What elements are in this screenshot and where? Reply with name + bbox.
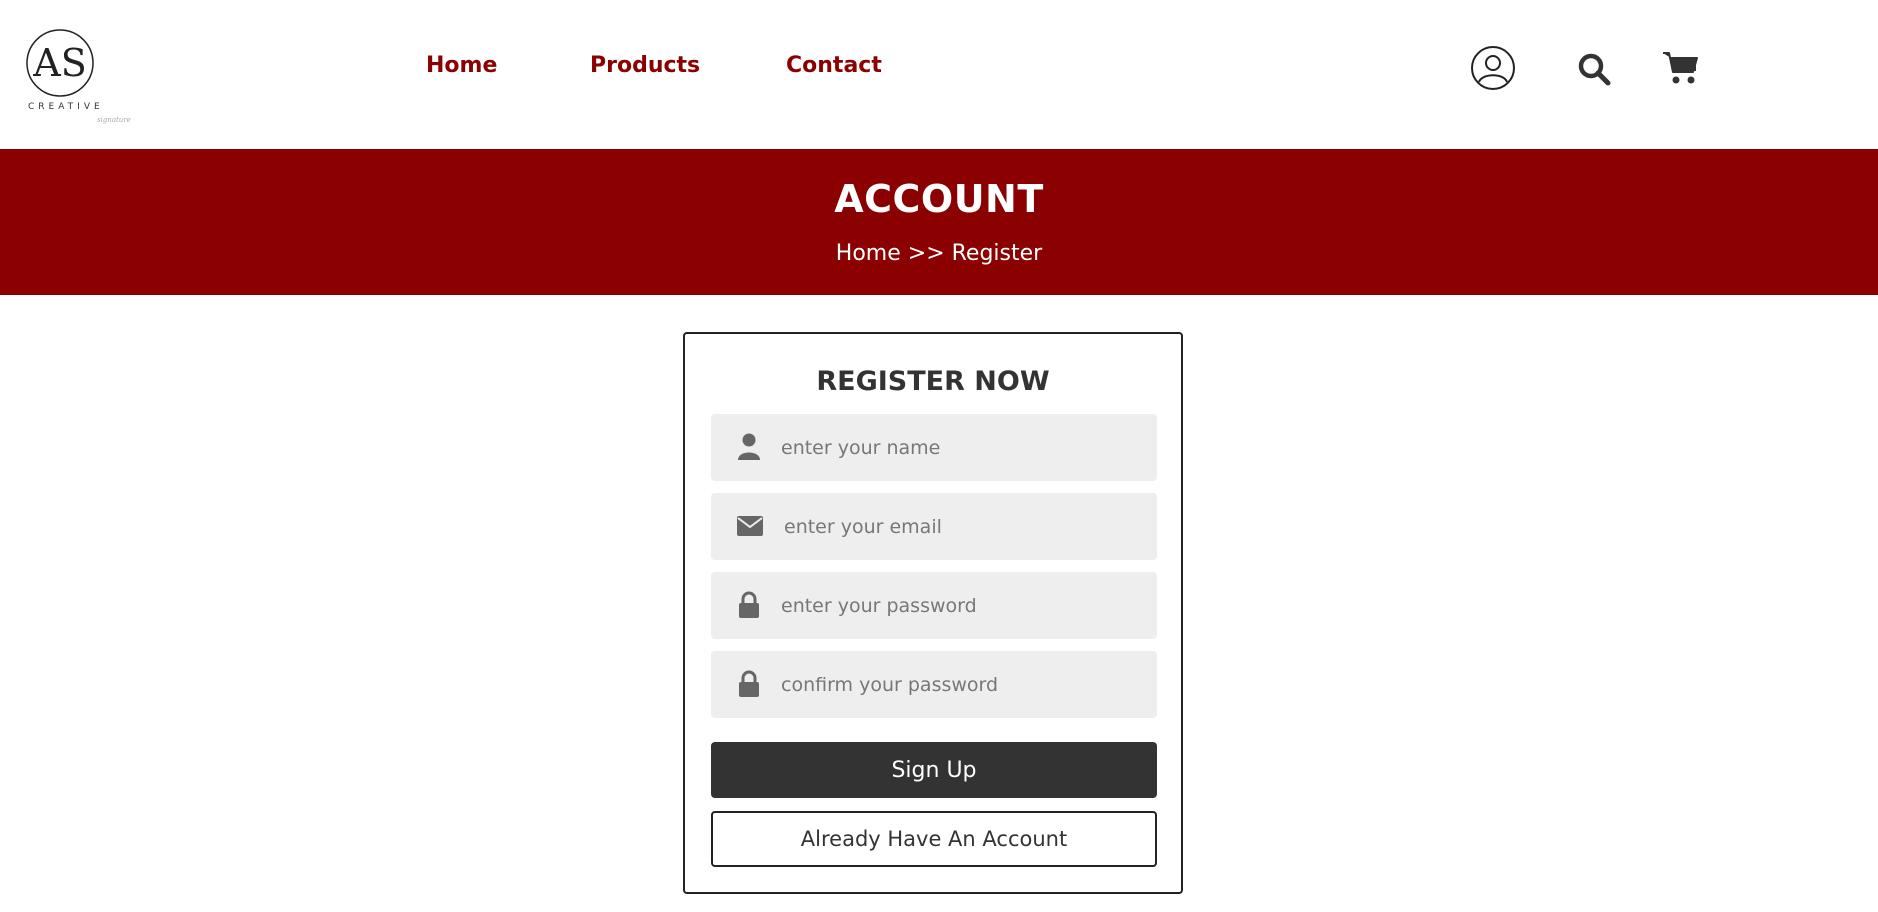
confirm-password-field[interactable]: [711, 651, 1157, 718]
svg-text:AS: AS: [32, 41, 86, 85]
sign-up-button[interactable]: Sign Up: [711, 742, 1157, 798]
logo-signature: signature: [97, 116, 131, 124]
logo-wordmark: CREATIVE: [28, 102, 104, 112]
password-field[interactable]: [711, 572, 1157, 639]
envelope-icon: [735, 512, 765, 540]
register-form: REGISTER NOW enter your name enter your …: [683, 332, 1183, 894]
logo[interactable]: AS CREATIVE signature: [25, 28, 131, 128]
nav-products[interactable]: Products: [590, 53, 700, 78]
breadcrumb: Home >> Register: [0, 241, 1878, 266]
user-circle-icon[interactable]: [1470, 45, 1516, 91]
site-header: AS CREATIVE signature Home Products Cont…: [0, 0, 1878, 148]
logo-monogram: AS: [26, 29, 94, 97]
nav-home[interactable]: Home: [426, 53, 497, 78]
search-icon[interactable]: [1577, 52, 1611, 86]
email-field[interactable]: [711, 493, 1157, 560]
page-title: ACCOUNT: [834, 177, 1044, 221]
name-field[interactable]: [711, 414, 1157, 481]
lock-icon: [735, 670, 763, 698]
user-icon: [735, 433, 763, 461]
confirm-password-input[interactable]: [781, 651, 1141, 718]
form-title: REGISTER NOW: [816, 366, 1050, 397]
nav-contact[interactable]: Contact: [786, 53, 882, 78]
cart-icon[interactable]: [1662, 50, 1700, 86]
password-input[interactable]: [781, 572, 1141, 639]
lock-icon: [735, 591, 763, 619]
breadcrumb-text[interactable]: Home >> Register: [836, 241, 1042, 266]
page-banner: ACCOUNT Home >> Register: [0, 149, 1878, 295]
email-input[interactable]: [784, 493, 1144, 560]
name-input[interactable]: [781, 414, 1141, 481]
already-have-account-button[interactable]: Already Have An Account: [711, 811, 1157, 867]
